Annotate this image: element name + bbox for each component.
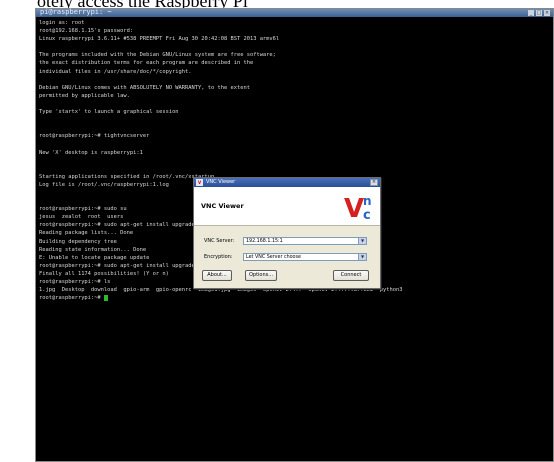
terminal-line: Debian GNU/Linux comes with ABSOLUTELY N… [39, 84, 550, 92]
terminal-line-text: Starting applications specified in /root… [39, 173, 215, 180]
terminal-line: root@raspberrypi:~# tightvncserver [39, 132, 550, 140]
terminal-line: The programs included with the Debian GN… [39, 51, 550, 59]
terminal-line: Linux raspberrypi 3.6.11+ #538 PREEMPT F… [39, 35, 550, 43]
about-button[interactable]: About... [202, 270, 232, 281]
terminal-line-text: Building dependency tree [39, 238, 117, 245]
vnc-logo-letter: c [363, 208, 371, 222]
terminal-line-text: New 'X' desktop is raspberrypi:1 [39, 149, 143, 156]
terminal-line-text: jesus zealot root users [39, 214, 124, 221]
connect-button[interactable]: Connect [333, 270, 369, 281]
terminal-line-text: The programs included with the Debian GN… [39, 52, 276, 59]
terminal-title: pi@raspberrypi: ~ [40, 8, 112, 16]
terminal-line-text: root@raspberrypi:~# ls [39, 279, 111, 285]
terminal-line-text: Finally all 1174 possibilities! (Y or n) [39, 270, 169, 277]
encryption-value[interactable]: Let VNC Server choose [246, 254, 301, 261]
terminal-line-text: individual files in /usr/share/doc/*/cop… [39, 68, 192, 75]
terminal-cursor [103, 294, 108, 301]
vnc-window-title: VNC Viewer [206, 179, 236, 185]
encryption-combobox[interactable]: Let VNC Server choose ▼ [243, 253, 367, 261]
chevron-down-icon[interactable]: ▼ [358, 238, 366, 244]
terminal-line: individual files in /usr/share/doc/*/cop… [39, 68, 550, 76]
vnc-logo-letter: V [344, 194, 364, 222]
terminal-line: permitted by applicable law. [39, 92, 550, 100]
terminal-line: New 'X' desktop is raspberrypi:1 [39, 149, 550, 157]
vnc-logo-letter: n [363, 194, 372, 208]
vnc-header: VNC Viewer V n c [194, 187, 380, 226]
terminal-line-text: permitted by applicable law. [39, 92, 130, 99]
vnc-server-label: VNC Server: [204, 238, 235, 244]
close-icon[interactable]: × [544, 10, 550, 16]
vnc-server-combobox[interactable]: 192.168.1.15:1 ▼ [243, 237, 367, 245]
terminal-titlebar[interactable]: pi@raspberrypi: ~ _ □ × [36, 8, 553, 17]
chevron-down-icon[interactable]: ▼ [358, 254, 366, 260]
terminal-line-text: Type 'startx' to launch a graphical sess… [39, 109, 179, 116]
terminal-line-text: root@raspberrypi:~# sudo apt-get install… [39, 222, 195, 229]
minimize-icon[interactable]: _ [528, 10, 534, 16]
vnc-server-value[interactable]: 192.168.1.15:1 [246, 238, 283, 245]
terminal-line: login as: root [39, 19, 550, 27]
terminal-line: root@192.168.1.15's password: [39, 27, 550, 35]
terminal-line-text: root@raspberrypi:~# tightvncserver [39, 133, 150, 140]
terminal-line-text: Reading package lists... Done [39, 230, 134, 237]
terminal-line-text: E: Unable to locate package update [39, 254, 150, 261]
terminal-line-text: root@raspberrypi:~# sudo su [39, 206, 127, 213]
terminal-line-text: root@raspberrypi:~# [39, 295, 104, 302]
options-button[interactable]: Options... [245, 270, 277, 281]
encryption-label: Encryption: [204, 254, 233, 260]
terminal-line: the exact distribution terms for each pr… [39, 59, 550, 67]
terminal-line: Type 'startx' to launch a graphical sess… [39, 108, 550, 116]
terminal-line-text: Debian GNU/Linux comes with ABSOLUTELY N… [39, 84, 250, 91]
vnc-header-title: VNC Viewer [201, 202, 244, 210]
vnc-logo-icon: V n c [344, 194, 372, 222]
terminal-line-text: the exact distribution terms for each pr… [39, 60, 254, 67]
terminal-line: root@raspberrypi:~# [39, 294, 550, 302]
terminal-line-text: root@raspberrypi:~# sudo apt-get install… [39, 262, 218, 269]
vnc-viewer-dialog[interactable]: V VNC Viewer × VNC Viewer V n c VNC Serv… [193, 177, 381, 289]
close-icon[interactable]: × [370, 179, 378, 186]
terminal-line-text: Log file is /root/.vnc/raspberrypi:1.log [39, 181, 169, 188]
maximize-icon[interactable]: □ [536, 10, 542, 16]
terminal-line-text: Reading state information... Done [39, 246, 147, 253]
terminal-line-text: Linux raspberrypi 3.6.11+ #538 PREEMPT F… [39, 36, 280, 43]
vnc-app-icon: V [196, 179, 203, 186]
terminal-line-text: login as: root [39, 20, 85, 26]
vnc-titlebar[interactable]: V VNC Viewer × [194, 178, 380, 187]
terminal-window-controls: _ □ × [528, 10, 550, 16]
terminal-line-text: root@192.168.1.15's password: [39, 28, 134, 35]
